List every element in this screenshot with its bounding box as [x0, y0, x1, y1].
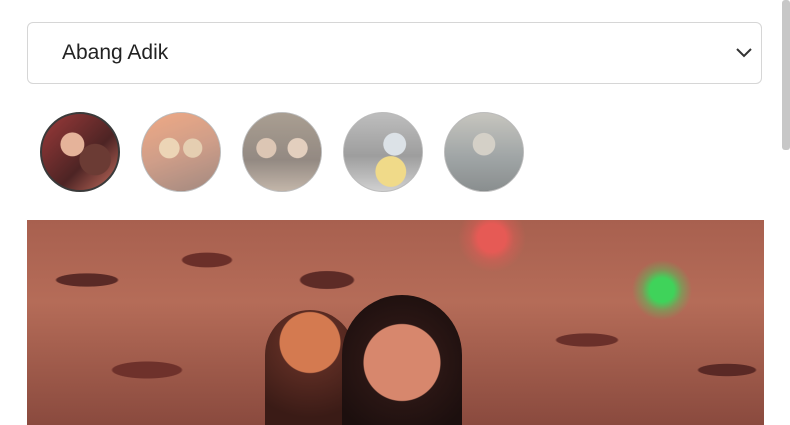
hero-image: [27, 220, 764, 425]
movie-select-dropdown[interactable]: Abang Adik: [27, 22, 762, 84]
thumbnail-2[interactable]: [141, 112, 221, 192]
selected-movie-label: Abang Adik: [62, 41, 169, 64]
thumbnail-4[interactable]: [343, 112, 423, 192]
thumbnail-3[interactable]: [242, 112, 322, 192]
thumbnail-5[interactable]: [444, 112, 524, 192]
chevron-down-icon: [736, 48, 752, 58]
thumbnail-strip: [40, 112, 524, 192]
thumbnail-1[interactable]: [40, 112, 120, 192]
page-scrollbar[interactable]: [782, 0, 790, 150]
hero-figure-right: [342, 295, 462, 425]
